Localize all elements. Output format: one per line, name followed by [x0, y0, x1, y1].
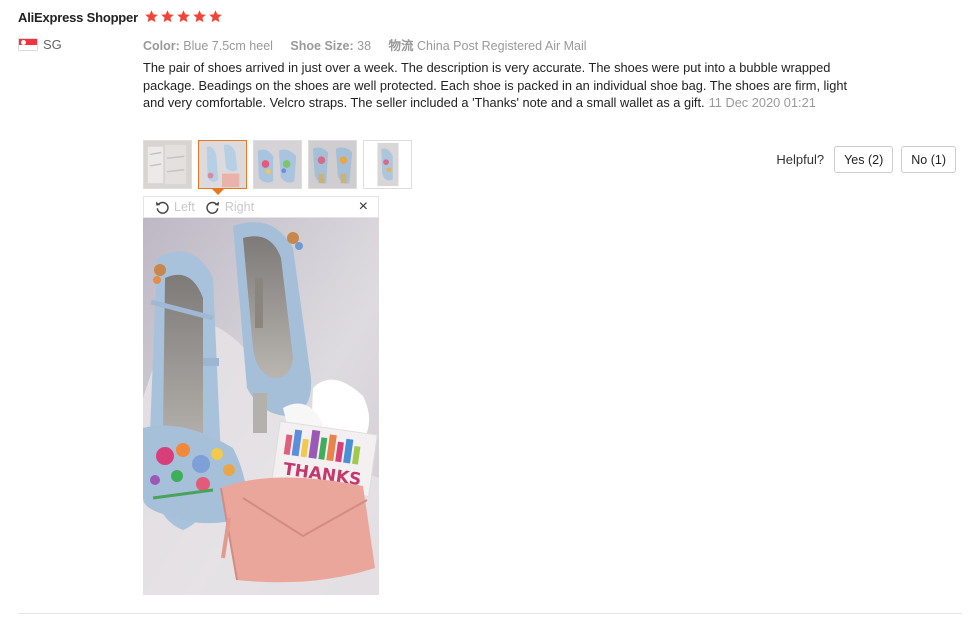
helpful-vote: Helpful? Yes (2) No (1) [776, 146, 956, 173]
review-thumbnail[interactable] [308, 140, 357, 189]
rotate-left-button[interactable]: Left [154, 199, 195, 215]
size-key: Shoe Size: [290, 39, 354, 53]
image-viewer-toolbar: Left Right × [143, 196, 379, 218]
rotate-left-label: Left [174, 200, 195, 214]
review-thumbnail[interactable] [143, 140, 192, 189]
star-rating [144, 9, 223, 24]
review-thumbnail[interactable] [363, 140, 412, 189]
order-details: Color: Blue 7.5cm heel Shoe Size: 38 物流 … [143, 35, 601, 54]
review-thumbnails [143, 140, 412, 189]
star-icon [177, 10, 190, 23]
size-value: 38 [357, 39, 372, 53]
star-icon [209, 10, 222, 23]
star-icon [145, 10, 158, 23]
helpful-label: Helpful? [776, 152, 825, 167]
review-photo-enlarged[interactable]: THANKS [143, 218, 379, 595]
helpful-yes-button[interactable]: Yes (2) [834, 146, 894, 173]
color-value: Blue 7.5cm heel [183, 39, 273, 53]
reviewer-name: AliExpress Shopper [18, 10, 138, 25]
selected-thumbnail-indicator [212, 189, 224, 195]
review-thumbnail[interactable] [253, 140, 302, 189]
review-divider [18, 613, 962, 614]
rotate-right-label: Right [224, 200, 255, 214]
review-date: 11 Dec 2020 01:21 [708, 95, 816, 110]
rotate-right-icon [206, 201, 219, 214]
country-code: SG [43, 37, 62, 52]
review-body: The pair of shoes arrived in just over a… [143, 59, 863, 112]
star-icon [193, 10, 206, 23]
close-viewer-button[interactable]: × [359, 198, 368, 216]
singapore-flag-icon [18, 38, 38, 51]
helpful-no-button[interactable]: No (1) [901, 146, 956, 173]
logistics-value: China Post Registered Air Mail [417, 39, 587, 53]
rotate-right-button[interactable]: Right [205, 199, 254, 215]
rotate-left-icon [156, 201, 169, 214]
review-thumbnail-selected[interactable] [198, 140, 247, 189]
star-icon [161, 10, 174, 23]
logistics-key: 物流 [388, 39, 414, 53]
color-key: Color: [143, 39, 180, 53]
reviewer-country: SG [18, 37, 62, 52]
